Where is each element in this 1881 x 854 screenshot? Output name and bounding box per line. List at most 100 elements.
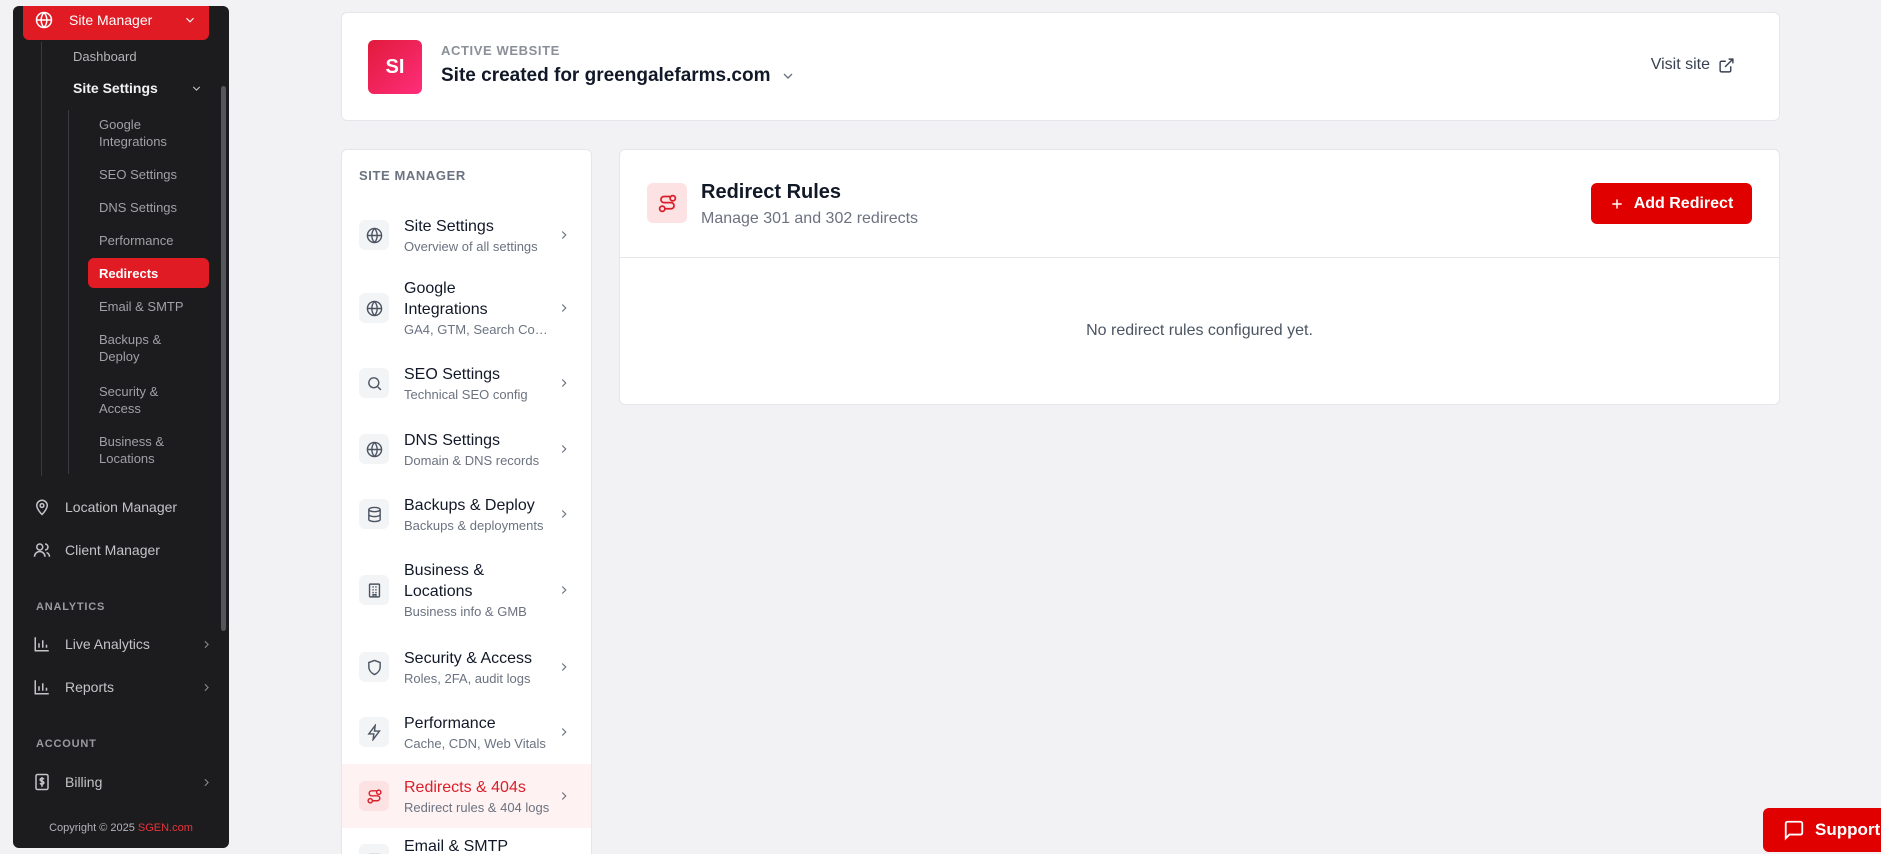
map-pin-icon [35,499,49,516]
sidebar-item-reports[interactable]: Reports [33,674,213,700]
globe-icon [366,300,382,316]
nav-item-redirects-404s[interactable]: Redirects & 404s Redirect rules & 404 lo… [342,764,591,828]
brand-link[interactable]: SGEN.com [138,822,193,834]
nav-icon-box [359,293,389,323]
sidebar-item-site-settings[interactable]: Site Settings [73,80,203,97]
nav-title: Backups & Deploy [404,496,535,514]
sidebar-item-billing[interactable]: Billing [33,769,213,795]
sidebar-sub-google-integrations[interactable]: Google Integrations [99,116,194,150]
nav-icon-box [359,368,389,398]
nav-title: Performance [404,714,496,732]
empty-state-message: No redirect rules configured yet. [1086,322,1313,339]
nav-icon-box [359,499,389,529]
chevron-right-icon [561,510,567,518]
site-settings-label: Site Settings [73,80,158,96]
mail-icon [367,853,381,854]
sidebar-sub-security-access[interactable]: Security & Access [99,383,179,417]
route-icon [658,194,676,212]
chevron-right-icon [561,379,567,387]
support-button[interactable]: Support [1763,808,1881,852]
nav-title: DNS Settings [404,431,501,449]
nav-text: Email & SMTP [404,836,554,854]
active-website-card: SI ACTIVE WEBSITE Site created for green… [341,12,1780,121]
site-manager-menu-button[interactable]: Site Manager [23,6,209,40]
nav-desc: Overview of all settings [404,238,538,254]
nav-text: Redirects & 404s Redirect rules & 404 lo… [404,777,554,816]
chevron-right-icon [561,304,567,312]
sidebar-sub-redirects[interactable]: Redirects [88,258,209,288]
chevron-right-icon [561,586,567,594]
sidebar-sub-email-smtp[interactable]: Email & SMTP [99,298,184,315]
nav-title: Site Settings [404,217,494,235]
sidebar-sub-business-locations[interactable]: Business & Locations [99,433,179,467]
nav-item-security-access[interactable]: Security & Access Roles, 2FA, audit logs [342,634,591,700]
analytics-heading: ANALYTICS [36,601,106,613]
nav-icon-box [359,844,389,854]
sidebar-sub-performance[interactable]: Performance [99,232,173,249]
chat-icon [1784,820,1804,841]
sidebar: Site Manager Dashboard Site Settings Goo… [13,6,229,848]
tree-line [41,42,42,476]
sidebar-sub-backups-deploy[interactable]: Backups & Deploy [99,331,179,365]
sidebar-item-client-manager[interactable]: Client Manager [33,537,213,563]
shield-icon [367,659,381,675]
nav-icon-box [359,717,389,747]
nav-icon-box [359,220,389,250]
nav-item-backups-deploy[interactable]: Backups & Deploy Backups & deployments [342,482,591,546]
redirect-rules-header: Redirect Rules Manage 301 and 302 redire… [620,150,1779,258]
nav-heading: SITE MANAGER [359,168,466,183]
visit-site-label: Visit site [1650,56,1710,73]
nav-desc: Business info & GMB [404,604,527,619]
external-link-icon [1719,57,1734,73]
visit-site-link[interactable]: Visit site [1651,56,1735,74]
site-manager-nav: SITE MANAGER Site Settings Overview of a… [341,149,592,854]
database-icon [367,506,381,522]
nav-title: SEO Settings [404,365,501,383]
nav-item-google-integrations[interactable]: Google Integrations GA4, GTM, Search Con… [342,266,591,350]
nav-desc: Cache, CDN, Web Vitals [404,735,546,751]
copyright: Copyright © 2025 SGEN.com [13,822,229,834]
route-icon [366,788,382,804]
site-switcher[interactable]: Site created for greengalefarms.com [441,65,796,87]
sidebar-item-live-analytics[interactable]: Live Analytics [33,631,213,657]
site-avatar: SI [368,40,422,94]
nav-desc: Backups & deployments [404,517,544,533]
nav-title: Security & Access [404,649,533,667]
building-icon [368,582,380,598]
sidebar-item-dashboard[interactable]: Dashboard [73,48,137,65]
chevron-right-icon [561,663,567,671]
nav-item-seo-settings[interactable]: SEO Settings Technical SEO config [342,350,591,416]
support-label: Support [1815,820,1881,839]
nav-item-business-locations[interactable]: Business & Locations Business info & GMB [342,546,591,634]
nav-item-site-settings[interactable]: Site Settings Overview of all settings [342,204,591,266]
nav-text: Backups & Deploy Backups & deployments [404,495,554,534]
nav-title: Google Integrations [404,280,488,318]
chevron-right-icon [204,683,209,691]
nav-text: Google Integrations GA4, GTM, Search Con… [404,278,554,338]
globe-icon [35,11,53,29]
nav-text: Security & Access Roles, 2FA, audit logs [404,648,554,687]
nav-icon-box [359,434,389,464]
nav-icon-box [359,781,389,811]
nav-desc: Redirect rules & 404 logs [404,799,550,815]
sidebar-sub-seo-settings[interactable]: SEO Settings [99,166,177,183]
billing-label: Billing [65,774,103,790]
search-icon [367,376,381,390]
sidebar-sub-dns-settings[interactable]: DNS Settings [99,199,177,216]
nav-item-dns-settings[interactable]: DNS Settings Domain & DNS records [342,416,591,482]
nav-item-performance[interactable]: Performance Cache, CDN, Web Vitals [342,700,591,764]
globe-icon [366,441,382,457]
live-analytics-label: Live Analytics [65,636,150,652]
bar-chart-icon [34,680,49,695]
add-redirect-button[interactable]: Add Redirect [1591,183,1752,224]
users-icon [33,543,51,557]
nav-text: SEO Settings Technical SEO config [404,364,554,403]
chevron-right-icon [561,728,567,736]
nav-text: Performance Cache, CDN, Web Vitals [404,713,554,752]
nav-item-email-smtp[interactable]: Email & SMTP [342,836,591,854]
sidebar-item-location-manager[interactable]: Location Manager [33,494,213,520]
redirect-rules-card: Redirect Rules Manage 301 and 302 redire… [619,149,1780,405]
sidebar-scrollbar[interactable] [221,86,226,631]
nav-desc: GA4, GTM, Search Console [404,322,554,337]
nav-desc: Technical SEO config [404,386,528,402]
